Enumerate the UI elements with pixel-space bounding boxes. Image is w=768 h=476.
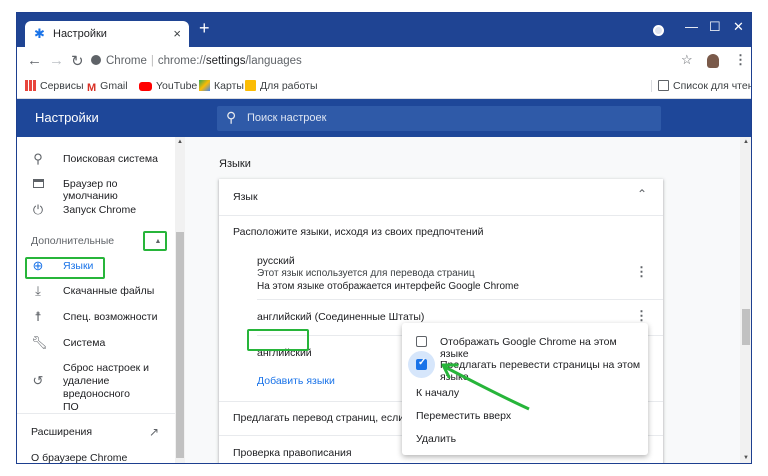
bookmark-services[interactable]: Сервисы [25,80,84,92]
sidebar-item-search-engine[interactable]: ⚲ Поисковая система [17,149,175,171]
sidebar-divider [17,413,175,414]
highlight-advanced-toggle [143,231,167,251]
bookmarks-bar: Сервисы M Gmail YouTube Карты Для работы … [17,75,751,99]
instruction-text: Расположите языки, исходя из своих предп… [233,226,484,238]
minimize-button[interactable]: — [685,19,698,34]
chevron-up-icon: ⌃ [637,187,648,201]
scroll-up-arrow-icon[interactable]: ▲ [743,139,749,145]
title-bar: ✱ Настройки × + — ☐ ✕ [17,13,751,47]
browser-window: ✱ Настройки × + — ☐ ✕ ← → ↻ Chrome | chrom… [16,12,752,464]
sidebar-item-extensions[interactable]: Расширения ↗ [17,422,175,444]
more-actions-icon[interactable]: ⋮ [635,308,648,324]
tab-settings[interactable]: ✱ Настройки × [25,21,189,47]
main-scrollbar[interactable]: ▲ ▼ [740,137,751,463]
maps-icon [199,80,210,91]
reload-icon[interactable]: ↻ [71,52,84,70]
highlight-languages [25,257,105,279]
scroll-up-arrow-icon[interactable]: ▲ [177,139,183,145]
sidebar-item-reset[interactable]: ↺ Сброс настроек и удаление вредоносного П… [17,359,175,413]
address-bar[interactable]: Chrome | chrome://settings/languages [91,51,651,71]
menu-item-display-language[interactable]: Отображать Google Chrome на этом языке [402,331,648,360]
gmail-icon: M [87,82,97,94]
menu-kebab-icon[interactable]: ⋮ [734,52,747,68]
checkmark-icon: ✓ [418,357,427,368]
bookmark-maps[interactable]: Карты [199,80,244,92]
highlight-english [247,329,309,351]
reading-list-icon [658,80,669,91]
menu-item-remove[interactable]: Удалить [402,428,648,450]
bookmark-for-work[interactable]: Для работы [245,80,318,92]
browser-toolbar: ← → ↻ Chrome | chrome://settings/languages… [17,47,751,75]
sidebar-item-on-startup[interactable]: ⏻ Запуск Chrome [17,200,175,222]
star-icon[interactable]: ☆ [681,52,693,68]
omnibox-path: settings [205,55,246,67]
restore-icon: ↺ [32,373,44,388]
omnibox-host: Chrome [106,55,147,67]
omnibox-scheme: chrome:// [157,55,206,67]
back-arrow-icon[interactable]: ← [27,52,42,69]
maximize-button[interactable]: ☐ [709,19,721,35]
power-icon: ⏻ [32,202,44,217]
translate-checkbox[interactable]: ✓ [416,357,427,370]
tab-close-icon[interactable]: × [173,26,181,41]
open-external-icon: ↗ [149,425,160,439]
search-icon: ⚲ [226,109,237,125]
forward-arrow-icon[interactable]: → [49,52,64,69]
menu-item-move-top[interactable]: К началу [402,382,648,404]
folder-icon [245,80,256,91]
scroll-down-arrow-icon[interactable]: ▼ [743,455,749,461]
download-icon: ⤓ [35,283,41,298]
wrench-icon: 🔧︎ [31,335,48,350]
bookmark-gmail[interactable]: M Gmail [87,80,128,94]
sidebar-scrollbar[interactable]: ▲ [175,137,185,463]
bookmark-youtube[interactable]: YouTube [139,80,197,92]
chrome-logo-icon [91,55,101,65]
main-scrollbar-thumb[interactable] [742,309,750,345]
menu-item-move-up[interactable]: Переместить вверх [402,405,648,427]
reading-list[interactable]: Список для чтения [651,80,751,92]
apps-grid-icon [25,80,36,91]
new-tab-button[interactable]: + [199,18,210,39]
accessibility-icon: ☨ [34,309,42,324]
profile-indicator-icon[interactable] [653,25,664,36]
more-actions-icon[interactable]: ⋮ [635,264,648,280]
search-placeholder: Поиск настроек [247,112,327,124]
sidebar-item-downloads[interactable]: ⤓ Скачанные файлы [17,281,175,303]
sidebar-item-system[interactable]: 🔧︎ Система [17,333,175,355]
section-title: Языки [219,158,251,170]
tab-title: Настройки [53,28,107,40]
browser-icon [31,177,45,191]
omnibox-rest: /languages [245,55,302,67]
settings-gear-icon: ✱ [34,26,45,41]
sidebar-item-default-browser[interactable]: Браузер по умолчанию [17,174,175,202]
menu-item-offer-translate[interactable]: ✓ Предлагать перевести страницы на этом … [402,351,648,383]
search-icon: ⚲ [33,151,43,166]
language-action-menu: Отображать Google Chrome на этом языке ✓… [402,323,648,455]
avatar[interactable] [707,54,719,68]
display-checkbox[interactable] [416,336,427,347]
search-input[interactable]: ⚲ Поиск настроек [217,106,661,131]
sidebar-item-about[interactable]: О браузере Chrome [17,448,175,463]
language-item-russian: русский Этот язык используется для перев… [257,255,648,292]
page-title: Настройки [35,110,99,125]
settings-sidebar: ⚲ Поисковая система Браузер по умолчанию… [17,137,175,463]
close-window-button[interactable]: ✕ [733,19,744,35]
youtube-icon [139,82,152,91]
sidebar-scrollbar-thumb[interactable] [176,232,184,458]
settings-header: Настройки ⚲ Поиск настроек [17,99,751,137]
sidebar-item-accessibility[interactable]: ☨ Спец. возможности [17,307,175,329]
language-header-row[interactable]: Язык ⌃ [219,179,663,215]
